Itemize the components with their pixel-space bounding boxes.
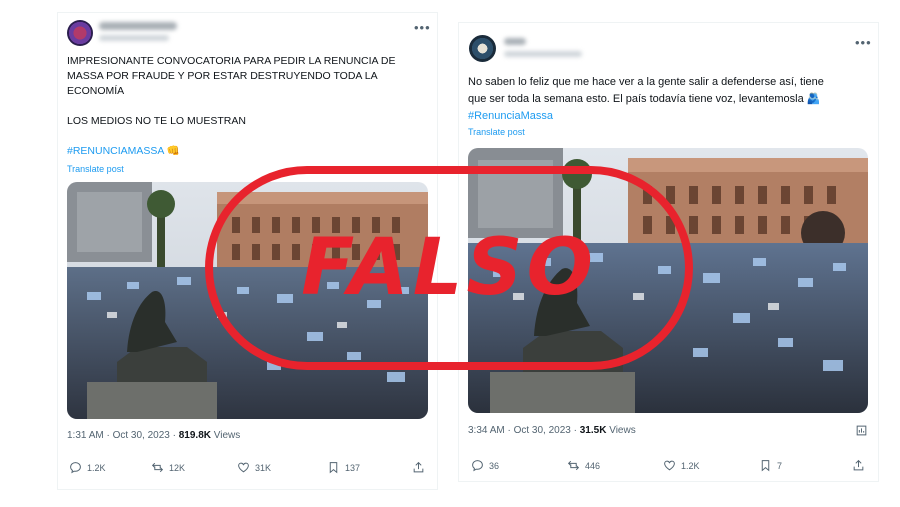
repost-button[interactable]: 12K	[151, 461, 237, 474]
repost-count: 12K	[169, 462, 186, 473]
reply-icon	[472, 460, 483, 472]
reply-count: 1.2K	[87, 462, 106, 473]
share-button[interactable]	[412, 461, 425, 474]
falso-stamp: FALSO	[205, 166, 693, 370]
hashtag-link[interactable]: #RenunciaMassa	[468, 108, 873, 125]
bookmark-count: 7	[777, 460, 783, 471]
repost-count: 446	[585, 460, 601, 471]
analytics-icon[interactable]	[855, 424, 868, 442]
tweet-text-line: MASSA POR FRAUDE Y POR ESTAR DESTRUYENDO…	[67, 70, 378, 82]
views-label: Views	[210, 430, 241, 441]
author-handle-blurred	[504, 51, 582, 57]
bookmark-icon	[761, 460, 770, 472]
tweet-text-line: LOS MEDIOS NO TE LO MUESTRAN	[67, 115, 246, 127]
like-count: 31K	[255, 462, 272, 473]
hashtag-link[interactable]: #RENUNCIAMASSA 👊	[67, 144, 427, 159]
falso-stamp-text: FALSO	[301, 223, 597, 313]
reply-button[interactable]: 1.2K	[69, 461, 151, 474]
repost-icon	[151, 462, 164, 473]
action-bar: 1.2K 12K 31K 137	[69, 461, 429, 474]
repost-button[interactable]: 446	[567, 459, 663, 472]
tweet-text-line: ECONOMÍA	[67, 85, 125, 97]
bookmark-icon	[329, 462, 338, 474]
heart-icon	[238, 462, 249, 473]
heart-icon	[664, 460, 675, 471]
bookmark-count: 137	[345, 462, 361, 473]
more-options-icon[interactable]: •••	[414, 20, 431, 35]
tweet-meta: 1:31 AM · Oct 30, 2023 · 819.8K Views	[67, 430, 240, 441]
translate-post-link[interactable]: Translate post	[67, 164, 124, 174]
share-icon	[413, 461, 424, 473]
reply-icon	[70, 462, 81, 474]
tweet-text: No saben lo feliz que me hace ver a la g…	[468, 74, 873, 125]
share-icon	[853, 459, 864, 471]
repost-icon	[567, 460, 580, 471]
reply-button[interactable]: 36	[471, 459, 567, 472]
tweet-text: IMPRESIONANTE CONVOCATORIA PARA PEDIR LA…	[67, 54, 427, 159]
tweet-text-line: IMPRESIONANTE CONVOCATORIA PARA PEDIR LA…	[67, 55, 396, 67]
bookmark-button[interactable]: 7	[759, 459, 852, 472]
tweet-text-line	[67, 99, 427, 114]
timestamp[interactable]: 3:34 AM · Oct 30, 2023 ·	[468, 425, 580, 436]
views-count: 31.5K	[579, 425, 607, 436]
more-options-icon[interactable]: •••	[855, 35, 872, 50]
tweet-meta: 3:34 AM · Oct 30, 2023 · 31.5K Views	[468, 425, 636, 436]
author-handle-blurred	[99, 35, 169, 41]
avatar[interactable]	[469, 35, 496, 62]
tweet-text-line: que ser toda la semana esto. El país tod…	[468, 93, 821, 105]
views-count: 819.8K	[178, 430, 211, 441]
share-button[interactable]	[852, 459, 865, 472]
action-bar: 36 446 1.2K 7	[471, 459, 871, 472]
timestamp[interactable]: 1:31 AM · Oct 30, 2023 ·	[67, 430, 179, 441]
bookmark-button[interactable]: 137	[327, 461, 412, 474]
tweet-text-line: No saben lo feliz que me hace ver a la g…	[468, 76, 824, 88]
like-count: 1.2K	[681, 460, 700, 471]
author-name-blurred[interactable]	[504, 38, 526, 45]
reply-count: 36	[489, 460, 500, 471]
like-button[interactable]: 1.2K	[663, 459, 759, 472]
views-label: Views	[606, 425, 636, 436]
translate-post-link[interactable]: Translate post	[468, 127, 525, 137]
avatar[interactable]	[67, 20, 93, 46]
author-name-blurred[interactable]	[99, 22, 177, 30]
like-button[interactable]: 31K	[237, 461, 327, 474]
